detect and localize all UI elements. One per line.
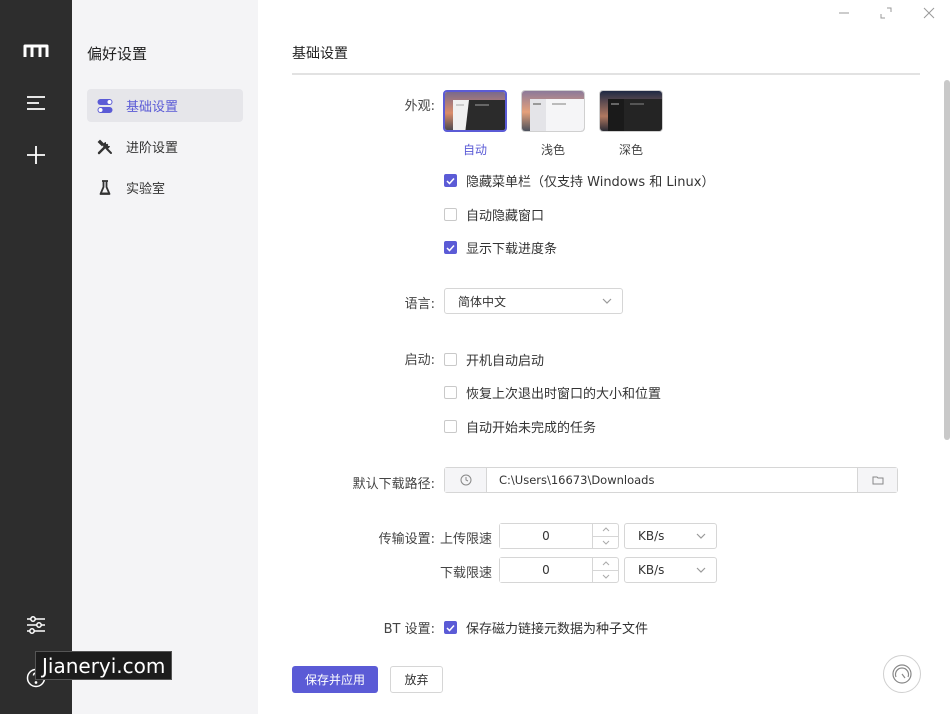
upload-limit-input[interactable] xyxy=(500,524,592,548)
theme-light-option[interactable] xyxy=(521,90,585,132)
speedometer-icon xyxy=(892,664,912,684)
app-rail xyxy=(0,0,72,714)
auto-launch-checkbox[interactable] xyxy=(444,353,457,366)
startup-label: 启动: xyxy=(404,353,435,368)
increment-icon[interactable] xyxy=(593,558,618,571)
nav-item-basic[interactable]: 基础设置 xyxy=(87,89,243,122)
chevron-down-icon xyxy=(696,567,706,573)
upload-unit-select[interactable]: KB/s xyxy=(624,523,717,549)
theme-light-preview xyxy=(522,91,584,131)
watermark: Jianeryi.com xyxy=(35,651,173,680)
nav-item-label: 基础设置 xyxy=(126,100,179,115)
restore-window-checkbox[interactable] xyxy=(444,386,457,399)
add-task-icon[interactable] xyxy=(22,141,50,169)
auto-launch-label: 开机自动启动 xyxy=(466,354,545,369)
settings-nav: 偏好设置 基础设置 进阶设置 实验室 xyxy=(72,0,258,714)
auto-hide-window-checkbox[interactable] xyxy=(444,208,457,221)
nav-item-label: 实验室 xyxy=(126,182,166,197)
language-select[interactable]: 简体中文 xyxy=(444,288,623,314)
upload-unit-value: KB/s xyxy=(638,529,665,543)
download-unit-select[interactable]: KB/s xyxy=(624,557,717,583)
save-magnet-label: 保存磁力链接元数据为种子文件 xyxy=(466,622,649,637)
theme-light-label: 浅色 xyxy=(540,143,565,157)
check-icon xyxy=(446,624,455,632)
restore-window-option[interactable]: 恢复上次退出时窗口的大小和位置 xyxy=(444,383,661,402)
folder-icon[interactable] xyxy=(857,468,897,492)
theme-dark-option[interactable] xyxy=(599,90,663,132)
check-icon xyxy=(446,244,455,252)
show-progress-bar-checkbox[interactable] xyxy=(444,241,457,254)
decrement-icon[interactable] xyxy=(593,571,618,583)
upload-limit-label: 上传限速 xyxy=(440,532,493,547)
flask-icon xyxy=(97,179,113,196)
download-path-label: 默认下载路径: xyxy=(352,477,435,492)
language-select-value: 简体中文 xyxy=(458,294,507,309)
hide-menubar-option[interactable]: 隐藏菜单栏（仅支持 Windows 和 Linux） xyxy=(444,171,714,190)
theme-auto-option[interactable] xyxy=(443,90,507,132)
auto-hide-window-label: 自动隐藏窗口 xyxy=(466,209,545,224)
history-icon[interactable] xyxy=(445,468,487,492)
upload-limit-stepper xyxy=(499,523,619,549)
save-apply-button[interactable]: 保存并应用 xyxy=(292,666,378,693)
app-logo-icon[interactable] xyxy=(22,37,50,65)
nav-item-lab[interactable]: 实验室 xyxy=(87,171,243,204)
download-path-input[interactable] xyxy=(487,468,857,492)
resume-tasks-checkbox[interactable] xyxy=(444,420,457,433)
transfer-label: 传输设置: xyxy=(378,532,435,547)
toggle-icon xyxy=(97,98,113,114)
theme-auto-label: 自动 xyxy=(462,143,487,157)
auto-launch-option[interactable]: 开机自动启动 xyxy=(444,350,544,369)
hide-menubar-label: 隐藏菜单栏（仅支持 Windows 和 Linux） xyxy=(466,175,715,190)
resume-tasks-label: 自动开始未完成的任务 xyxy=(466,421,597,436)
speed-meter-button[interactable] xyxy=(883,655,921,693)
nav-item-label: 进阶设置 xyxy=(126,141,179,156)
download-limit-label: 下载限速 xyxy=(440,566,493,581)
resume-tasks-option[interactable]: 自动开始未完成的任务 xyxy=(444,417,596,436)
theme-dark-label: 深色 xyxy=(618,143,643,157)
minimize-icon[interactable] xyxy=(835,4,853,22)
page-title: 基础设置 xyxy=(292,46,348,62)
appearance-label: 外观: xyxy=(404,99,435,114)
increment-icon[interactable] xyxy=(593,524,618,537)
maximize-icon[interactable] xyxy=(877,4,895,22)
restore-window-label: 恢复上次退出时窗口的大小和位置 xyxy=(466,387,662,402)
task-list-icon[interactable] xyxy=(22,89,50,117)
show-progress-bar-label: 显示下载进度条 xyxy=(466,242,558,257)
nav-title: 偏好设置 xyxy=(87,45,148,63)
scrollbar[interactable] xyxy=(944,80,950,440)
save-magnet-option[interactable]: 保存磁力链接元数据为种子文件 xyxy=(444,618,648,637)
preferences-icon[interactable] xyxy=(22,611,50,639)
download-unit-value: KB/s xyxy=(638,563,665,577)
tools-icon xyxy=(97,139,113,155)
decrement-icon[interactable] xyxy=(593,537,618,549)
save-magnet-checkbox[interactable] xyxy=(444,621,457,634)
theme-auto-preview xyxy=(445,92,505,130)
download-path-group xyxy=(444,467,898,493)
discard-button[interactable]: 放弃 xyxy=(390,666,443,693)
download-limit-stepper xyxy=(499,557,619,583)
auto-hide-window-option[interactable]: 自动隐藏窗口 xyxy=(444,205,544,224)
check-icon xyxy=(446,177,455,185)
chevron-down-icon xyxy=(602,298,612,304)
close-icon[interactable] xyxy=(920,4,938,22)
show-progress-bar-option[interactable]: 显示下载进度条 xyxy=(444,238,557,257)
title-divider xyxy=(292,73,920,75)
hide-menubar-checkbox[interactable] xyxy=(444,174,457,187)
download-limit-input[interactable] xyxy=(500,558,592,582)
chevron-down-icon xyxy=(696,533,706,539)
language-label: 语言: xyxy=(404,297,435,312)
nav-item-advanced[interactable]: 进阶设置 xyxy=(87,130,243,163)
bt-label: BT 设置: xyxy=(383,622,435,637)
theme-dark-preview xyxy=(600,91,662,131)
